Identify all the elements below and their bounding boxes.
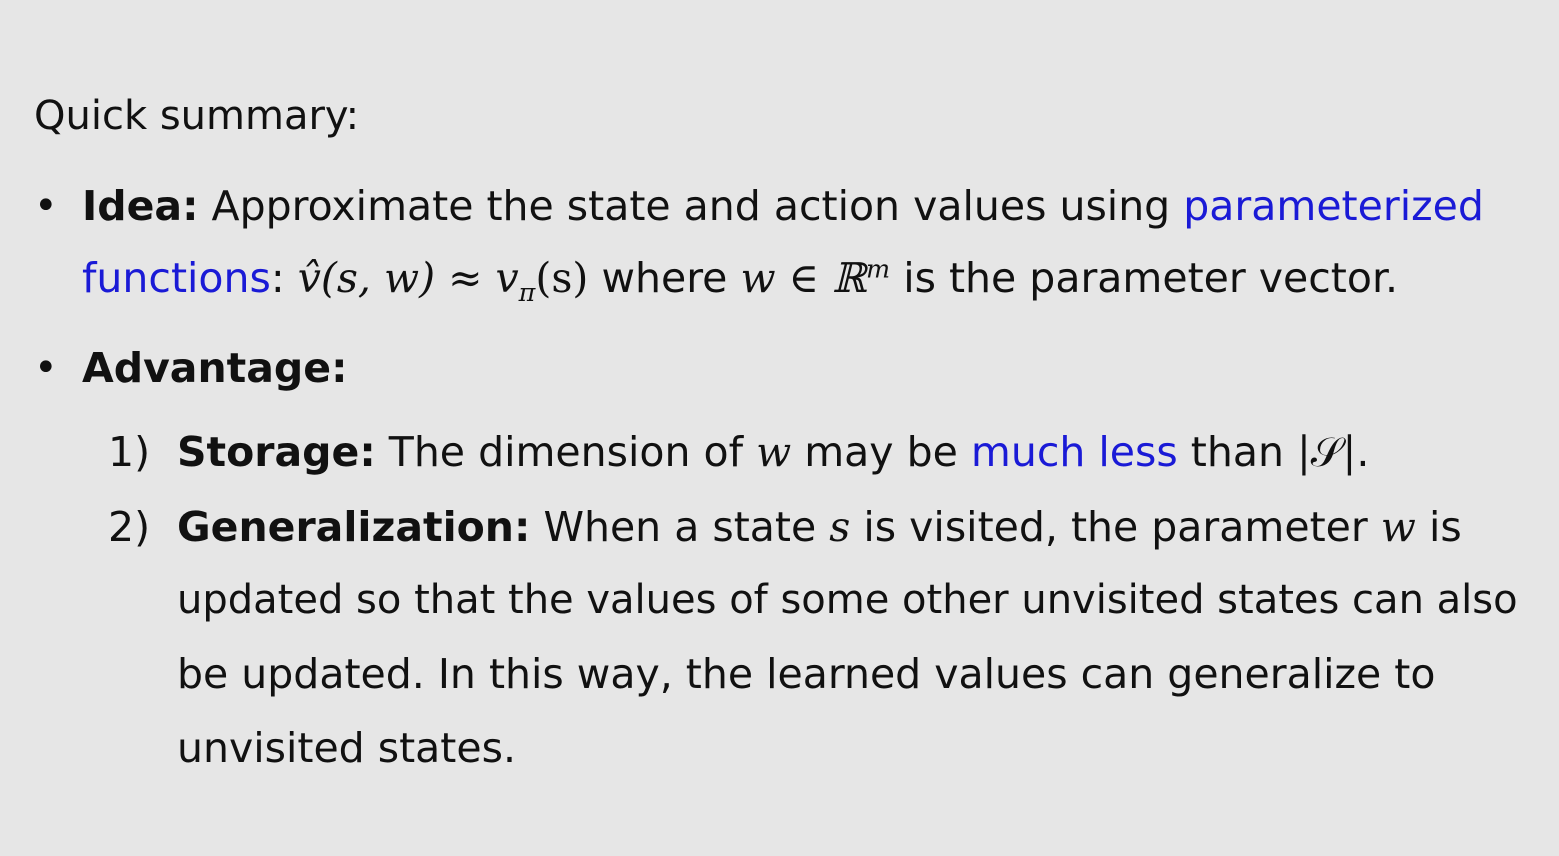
storage-highlight: much less <box>970 428 1178 476</box>
idea-line-2: functions: v̂(s, w) ≈ vπ(s) where w ∈ ℝm… <box>82 256 1398 305</box>
state-space-size: |𝒮| <box>1296 428 1357 476</box>
generalization-line-1: Generalization: When a state s is visite… <box>177 507 1462 548</box>
generalization-text: is visited, the parameter <box>863 503 1368 551</box>
storage-term: Storage: <box>177 428 376 476</box>
generalization-line-2: updated so that the values of some other… <box>177 577 1518 623</box>
bullet-dot-icon: • <box>34 183 58 229</box>
idea-highlight-functions: functions <box>82 254 271 302</box>
storage-math-w: w <box>756 428 792 476</box>
storage-line: Storage: The dimension of w may be much … <box>177 432 1369 473</box>
idea-colon: : <box>270 254 285 302</box>
storage-period: . <box>1356 428 1370 476</box>
idea-text: Approximate the state and action values … <box>211 182 1171 230</box>
idea-highlight-parameterized: parameterized <box>1183 182 1484 230</box>
slide: Quick summary: • Idea: Approximate the s… <box>0 0 1559 856</box>
generalization-text: is <box>1428 503 1462 551</box>
generalization-term: Generalization: <box>177 503 531 551</box>
storage-text: The dimension of <box>388 428 744 476</box>
generalization-line-4: unvisited states. <box>177 724 516 772</box>
page-title: Quick summary: <box>34 93 360 139</box>
generalization-text: When a state <box>543 503 817 551</box>
bullet-dot-icon: • <box>34 345 58 391</box>
storage-text: may be <box>804 428 958 476</box>
advantage-term: Advantage: <box>82 344 348 392</box>
approx-equation-arg: (s) <box>535 254 589 302</box>
dimension-superscript: m <box>866 253 891 284</box>
generalization-math-s: s <box>829 503 851 551</box>
generalization-math-w: w <box>1380 503 1416 551</box>
idea-term: Idea: <box>82 182 199 230</box>
idea-where: where <box>601 254 728 302</box>
idea-tail: is the parameter vector. <box>903 254 1399 302</box>
storage-text: than <box>1190 428 1284 476</box>
parameter-space: w ∈ ℝ <box>740 254 867 302</box>
generalization-line-3: be updated. In this way, the learned val… <box>177 650 1436 698</box>
approx-equation: v̂(s, w) ≈ v <box>297 254 519 302</box>
idea-line-1: Idea: Approximate the state and action v… <box>82 186 1484 227</box>
advantage-heading: Advantage: <box>82 348 347 389</box>
list-item-number: 2) <box>108 503 151 551</box>
pi-subscript: π <box>518 277 536 308</box>
list-item-number: 1) <box>108 428 151 476</box>
